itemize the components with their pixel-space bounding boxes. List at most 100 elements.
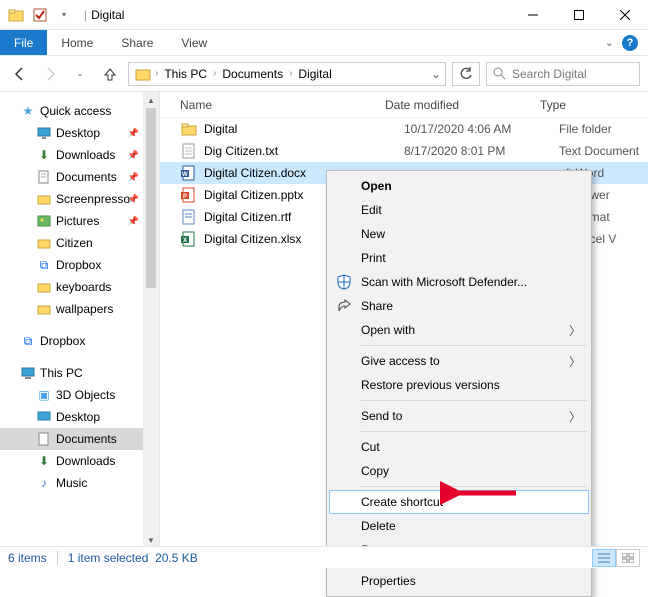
svg-text:X: X [183,238,187,244]
dropbox-icon: ⧉ [20,333,36,349]
file-name: Dig Citizen.txt [204,144,404,158]
folder-icon [180,120,198,138]
close-button[interactable] [602,0,648,30]
maximize-button[interactable] [556,0,602,30]
chevron-right-icon: 〉 [569,408,581,425]
ctx-delete[interactable]: Delete [329,514,589,538]
minimize-button[interactable] [510,0,556,30]
txt-icon [180,142,198,160]
documents-icon [36,169,52,185]
ctx-separator [361,345,587,346]
tree-citizen[interactable]: Citizen [0,232,143,254]
back-button[interactable] [8,62,32,86]
tab-home[interactable]: Home [47,30,107,55]
ctx-copy[interactable]: Copy [329,459,589,483]
up-button[interactable] [98,62,122,86]
title-separator: | [84,8,87,22]
forward-button[interactable] [38,62,62,86]
ctx-edit[interactable]: Edit [329,198,589,222]
tree-downloads2[interactable]: ⬇Downloads [0,450,143,472]
column-headers: Name Date modified Type [160,92,648,118]
documents-icon [36,431,52,447]
ctx-giveaccess[interactable]: Give access to〉 [329,349,589,373]
ctx-scan[interactable]: Scan with Microsoft Defender... [329,270,589,294]
chevron-right-icon[interactable]: › [289,68,292,79]
ctx-open[interactable]: Open [329,174,589,198]
chevron-right-icon[interactable]: › [155,68,158,79]
tree-3dobjects[interactable]: ▣3D Objects [0,384,143,406]
ctx-properties[interactable]: Properties [329,569,589,593]
crumb-thispc[interactable]: This PC [160,67,211,81]
col-date[interactable]: Date modified [385,98,540,112]
help-icon[interactable]: ? [622,35,638,51]
address-dropdown-icon[interactable]: ⌄ [431,67,441,81]
tree-desktop2[interactable]: Desktop [0,406,143,428]
tree-documents[interactable]: Documents📌 [0,166,143,188]
folder-icon [36,191,52,207]
ctx-create-shortcut[interactable]: Create shortcut [329,490,589,514]
tab-file[interactable]: File [0,30,47,55]
search-icon [493,67,506,80]
col-type[interactable]: Type [540,98,648,112]
ribbon: File Home Share View ⌄ ? [0,30,648,56]
ctx-separator [361,431,587,432]
file-date: 8/17/2020 8:01 PM [404,144,559,158]
tree-downloads[interactable]: ⬇Downloads📌 [0,144,143,166]
tree-wallpapers[interactable]: wallpapers [0,298,143,320]
pin-icon: 📌 [128,150,139,161]
tree-screenpresso[interactable]: Screenpresso📌 [0,188,143,210]
pin-icon: 📌 [128,216,139,227]
ctx-restore[interactable]: Restore previous versions [329,373,589,397]
ctx-cut[interactable]: Cut [329,435,589,459]
view-thumbnails-button[interactable] [616,549,640,567]
ctx-share[interactable]: Share [329,294,589,318]
breadcrumb-bar[interactable]: › This PC › Documents › Digital ⌄ [128,62,446,86]
tree-documents2[interactable]: Documents [0,428,143,450]
qat-dropdown-icon[interactable]: ▾ [54,5,74,25]
tree-thispc[interactable]: This PC [0,362,143,384]
scroll-thumb[interactable] [146,108,156,288]
file-row[interactable]: Dig Citizen.txt8/17/2020 8:01 PMText Doc… [160,140,648,162]
ctx-new[interactable]: New [329,222,589,246]
view-details-button[interactable] [592,549,616,567]
tab-share[interactable]: Share [107,30,167,55]
tree-desktop[interactable]: Desktop📌 [0,122,143,144]
svg-text:W: W [182,172,188,178]
file-type: File folder [559,122,612,136]
ctx-sendto[interactable]: Send to〉 [329,404,589,428]
tree-quick-access[interactable]: ★Quick access [0,100,143,122]
crumb-digital[interactable]: Digital [294,67,335,81]
objects3d-icon: ▣ [36,387,52,403]
ctx-separator [361,486,587,487]
folder-icon [36,279,52,295]
recent-dropdown-icon[interactable]: ⌄ [68,62,92,86]
ctx-separator [361,400,587,401]
tree-dropbox-pin[interactable]: ⧉Dropbox [0,254,143,276]
search-box[interactable]: Search Digital [486,62,640,86]
file-row[interactable]: Digital10/17/2020 4:06 AMFile folder [160,118,648,140]
downloads-icon: ⬇ [36,147,52,163]
svg-text:P: P [183,194,187,200]
crumb-documents[interactable]: Documents [218,67,287,81]
window-title: Digital [91,8,124,22]
tab-view[interactable]: View [167,30,221,55]
tree-pictures[interactable]: Pictures📌 [0,210,143,232]
ctx-print[interactable]: Print [329,246,589,270]
refresh-button[interactable] [452,62,480,86]
star-icon: ★ [20,103,36,119]
col-name[interactable]: Name [180,98,385,112]
chevron-right-icon[interactable]: › [213,68,216,79]
chevron-right-icon: 〉 [569,353,581,370]
nav-scrollbar[interactable]: ▲ ▼ [143,92,159,548]
tree-music[interactable]: ♪Music [0,472,143,494]
ctx-openwith[interactable]: Open with〉 [329,318,589,342]
titlebar: ▾ | Digital [0,0,648,30]
scroll-up-icon[interactable]: ▲ [143,92,159,108]
ribbon-expand-icon[interactable]: ⌄ [605,36,614,49]
pictures-icon [36,213,52,229]
file-date: 10/17/2020 4:06 AM [404,122,559,136]
properties-icon[interactable] [30,5,50,25]
tree-dropbox[interactable]: ⧉Dropbox [0,330,143,352]
tree-keyboards[interactable]: keyboards [0,276,143,298]
folder-icon [133,64,153,84]
